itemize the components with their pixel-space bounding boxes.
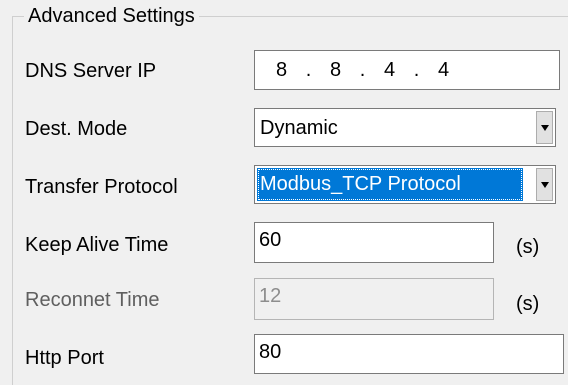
reconnect-unit: (s) bbox=[516, 293, 540, 315]
transfer-protocol-value: Modbus_TCP Protocol bbox=[257, 168, 523, 201]
dest-mode-label: Dest. Mode bbox=[25, 118, 128, 140]
dns-octet-4[interactable]: 4 bbox=[429, 58, 458, 82]
dns-octet-3[interactable]: 4 bbox=[375, 58, 404, 82]
reconnect-time-label: Reconnet Time bbox=[25, 289, 160, 311]
advanced-settings-panel: Advanced Settings DNS Server IP 8 . 8 . … bbox=[0, 0, 568, 385]
dns-separator: . bbox=[359, 59, 366, 81]
chevron-down-icon bbox=[540, 124, 549, 131]
dns-server-ip-field[interactable]: 8 . 8 . 4 . 4 bbox=[254, 50, 560, 90]
group-title: Advanced Settings bbox=[24, 4, 199, 28]
dest-mode-select[interactable]: Dynamic bbox=[254, 108, 556, 147]
dns-octet-1[interactable]: 8 bbox=[267, 58, 296, 82]
dns-separator: . bbox=[305, 59, 312, 81]
transfer-protocol-select[interactable]: Modbus_TCP Protocol bbox=[254, 165, 556, 204]
http-port-label: Http Port bbox=[25, 347, 104, 369]
dns-octet-2[interactable]: 8 bbox=[321, 58, 350, 82]
dest-mode-value: Dynamic bbox=[260, 117, 338, 139]
keep-alive-time-label: Keep Alive Time bbox=[25, 234, 169, 256]
dns-server-ip-label: DNS Server IP bbox=[25, 60, 157, 82]
reconnect-time-input: 12 bbox=[254, 278, 494, 320]
http-port-input[interactable]: 80 bbox=[254, 334, 564, 374]
transfer-protocol-label: Transfer Protocol bbox=[25, 176, 178, 198]
chevron-down-icon bbox=[540, 181, 549, 188]
dns-separator: . bbox=[413, 59, 420, 81]
keep-alive-unit: (s) bbox=[516, 236, 540, 258]
keep-alive-time-input[interactable]: 60 bbox=[254, 222, 494, 263]
transfer-protocol-dropdown-button[interactable] bbox=[536, 168, 553, 201]
dest-mode-dropdown-button[interactable] bbox=[536, 111, 553, 144]
